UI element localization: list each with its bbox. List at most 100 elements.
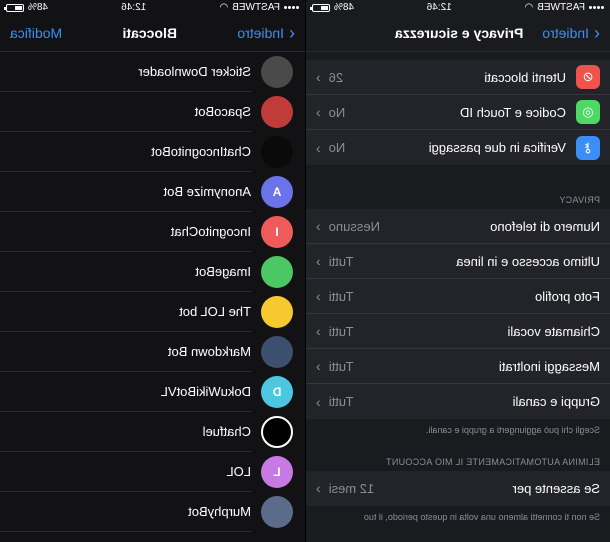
row-label: Verifica in due passaggi (428, 140, 566, 155)
avatar (261, 336, 293, 368)
blocked-user-row[interactable]: SpacoBot (0, 92, 305, 132)
blocked-user-row[interactable]: ChatIncognitoBot (0, 132, 305, 172)
fingerprint-icon: ◎ (576, 100, 600, 124)
row-value: 26 (328, 69, 344, 85)
blocked-user-row[interactable]: ImageBot (0, 252, 305, 292)
row-voice-calls[interactable]: Chiamate vocali Tutti › (306, 314, 610, 349)
row-label: Messaggi inoltrati (498, 358, 600, 374)
status-bar: FASTWEB ◠ 12:46 48% (0, 0, 305, 15)
groups-footnote: Scegli chi può aggiungerti a gruppi e ca… (425, 425, 600, 435)
blocked-user-row[interactable]: MurphyBot (0, 492, 305, 532)
privacy-section-header: PRIVACY (559, 195, 600, 205)
row-label: Codice e Touch ID (460, 104, 566, 120)
battery-icon (6, 3, 25, 12)
chevron-right-icon: › (316, 69, 321, 85)
blocked-user-name: Chatfuel (0, 412, 251, 452)
chevron-right-icon: › (316, 104, 321, 120)
row-value: Tutti (328, 394, 354, 409)
avatar (261, 416, 293, 448)
blocked-user-name: DokuWikiBotVL (0, 372, 251, 412)
blocked-list: Sticker Downloader SpacoBot ChatIncognitoB… (0, 52, 305, 532)
back-label: Indietro (542, 25, 589, 41)
blocked-user-row[interactable]: I IncognitoChat (0, 212, 305, 252)
blocked-user-row[interactable]: D DokuWikiBotVL (0, 372, 305, 412)
row-value: No (328, 140, 346, 155)
privacy-screen: FASTWEB ◠ 12:46 48% ‹ Indietro Privacy e… (305, 0, 610, 542)
blocked-user-row[interactable]: Markdown Bot (0, 332, 305, 372)
page-title: Privacy e sicurezza (394, 25, 524, 41)
blocked-screen: FASTWEB ◠ 12:46 48% ‹ Indietro Bloccati … (0, 0, 305, 542)
row-if-away-for[interactable]: Se assente per 12 mesi › (306, 471, 610, 506)
blocked-user-name: The LOL bot (0, 292, 251, 332)
battery-percent: 48% (334, 2, 355, 13)
row-label: Utenti bloccati (484, 69, 566, 85)
status-bar: FASTWEB ◠ 12:46 48% (306, 0, 610, 15)
row-value: Tutti (328, 288, 354, 304)
mirrored-stage: FASTWEB ◠ 12:46 48% ‹ Indietro Privacy e… (0, 0, 610, 542)
battery-icon (312, 3, 331, 12)
row-label: Chiamate vocali (507, 323, 601, 339)
row-value: Nessuno (328, 218, 380, 234)
blocked-navbar: ‹ Indietro Bloccati Modifica (0, 15, 305, 52)
row-value: 12 mesi (328, 480, 375, 496)
back-button[interactable]: ‹ Indietro (237, 23, 295, 43)
blocked-user-name: ImageBot (0, 252, 251, 292)
row-value: Tutti (328, 358, 354, 374)
blocked-user-name: SpacoBot (0, 92, 251, 132)
chevron-right-icon: › (316, 358, 321, 374)
row-value: Tutti (328, 253, 354, 269)
chevron-right-icon: › (316, 323, 321, 339)
blocked-user-row[interactable]: L LOL (0, 452, 305, 492)
row-two-step-verification[interactable]: ⚷ Verifica in due passaggi No › (306, 130, 610, 165)
row-passcode-touchid[interactable]: ◎ Codice e Touch ID No › (306, 95, 610, 130)
security-group: ⊘ Utenti bloccati 26 › ◎ Codice e Touch … (306, 60, 610, 165)
privacy-navbar: ‹ Indietro Privacy e sicurezza (306, 15, 610, 52)
row-value: No (328, 104, 346, 120)
blocked-user-row[interactable]: A Anonymize Bot (0, 172, 305, 212)
page-title: Bloccati (122, 25, 177, 41)
chevron-right-icon: › (316, 218, 321, 234)
row-label: Ultimo accesso e in linea (456, 253, 600, 269)
row-blocked-users[interactable]: ⊘ Utenti bloccati 26 › (306, 60, 610, 95)
avatar (261, 496, 293, 528)
row-label: Gruppi e canali (512, 394, 600, 409)
row-last-seen[interactable]: Ultimo accesso e in linea Tutti › (306, 244, 610, 279)
row-groups-channels[interactable]: Gruppi e canali Tutti › (306, 384, 610, 419)
avatar (261, 96, 293, 128)
row-profile-photo[interactable]: Foto profilo Tutti › (306, 279, 610, 314)
row-value: Tutti (328, 323, 354, 339)
blocked-user-name: LOL (0, 452, 251, 492)
edit-button[interactable]: Modifica (10, 25, 62, 41)
row-forwarded-messages[interactable]: Messaggi inoltrati Tutti › (306, 349, 610, 384)
row-label: Numero di telefono (490, 218, 600, 234)
avatar: I (261, 216, 293, 248)
blocked-user-name: Anonymize Bot (0, 172, 251, 212)
back-button[interactable]: ‹ Indietro (542, 23, 600, 43)
blocked-user-name: IncognitoChat (0, 212, 251, 252)
signal-icon (589, 6, 604, 9)
avatar (261, 56, 293, 88)
key-icon: ⚷ (576, 135, 600, 160)
blocked-user-name: Sticker Downloader (0, 52, 251, 92)
blocked-user-row[interactable]: Chatfuel (0, 412, 305, 452)
blocked-user-row[interactable]: The LOL bot (0, 292, 305, 332)
chevron-right-icon: › (316, 480, 321, 497)
avatar (261, 256, 293, 288)
wifi-icon: ◠ (524, 2, 534, 13)
privacy-group: Numero di telefono Nessuno › Ultimo acce… (306, 209, 610, 419)
battery-percent: 48% (28, 2, 49, 13)
carrier-label: FASTWEB (537, 2, 585, 13)
autodelete-group: Se assente per 12 mesi › (306, 470, 610, 506)
row-phone-number[interactable]: Numero di telefono Nessuno › (306, 209, 610, 244)
chevron-right-icon: › (316, 288, 321, 304)
wifi-icon: ◠ (219, 2, 229, 13)
avatar: A (261, 176, 293, 208)
back-label: Indietro (237, 25, 284, 41)
clock: 12:46 (426, 2, 452, 13)
blocked-user-row[interactable]: Sticker Downloader (0, 52, 305, 92)
chevron-left-icon: ‹ (594, 23, 600, 43)
autodelete-footnote: Se non ti connetti almeno una volta in q… (363, 511, 600, 522)
block-icon: ⊘ (576, 65, 600, 89)
avatar (261, 136, 293, 168)
autodelete-section-header: ELIMINA AUTOMATICAMENTE IL MIO ACCOUNT (385, 456, 600, 467)
